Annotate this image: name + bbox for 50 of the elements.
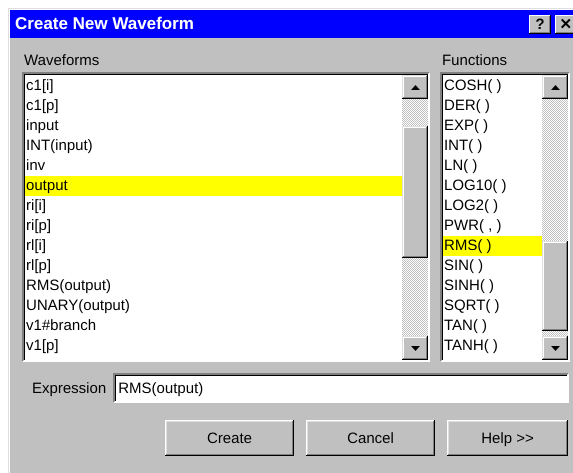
window-title: Create New Waveform xyxy=(15,14,194,34)
scroll-thumb[interactable] xyxy=(402,126,428,258)
list-item[interactable]: v1#branch xyxy=(25,316,402,336)
list-label: Functions xyxy=(441,51,508,70)
list-item[interactable]: INT( ) xyxy=(443,136,542,156)
list-label: Waveforms xyxy=(23,51,100,70)
help-button[interactable]: Help >> xyxy=(447,420,568,456)
list-item[interactable]: ri[i] xyxy=(25,196,402,216)
list-item[interactable]: rl[p] xyxy=(25,256,402,276)
list-item[interactable]: LN( ) xyxy=(443,156,542,176)
list-item[interactable]: TANH( ) xyxy=(443,336,542,356)
list-item[interactable]: c1[i] xyxy=(25,76,402,96)
cancel-button[interactable]: Cancel xyxy=(306,420,435,456)
list-item[interactable]: input xyxy=(25,116,402,136)
down-arrow-icon xyxy=(410,346,420,350)
scroll-down-button[interactable] xyxy=(402,336,428,360)
list-item[interactable]: UNARY(output) xyxy=(25,296,402,316)
list-item[interactable]: output xyxy=(25,176,402,196)
up-arrow-icon xyxy=(410,84,420,90)
list-item[interactable]: COSH( ) xyxy=(443,76,542,96)
list-item[interactable]: TAN( ) xyxy=(443,316,542,336)
list-item[interactable]: c1[p] xyxy=(25,96,402,116)
list-item[interactable]: SQRT( ) xyxy=(443,296,542,316)
list-item[interactable]: ri[p] xyxy=(25,216,402,236)
list-item[interactable]: LOG10( ) xyxy=(443,176,542,196)
list-item[interactable]: rl[i] xyxy=(25,236,402,256)
scroll-up-button[interactable] xyxy=(402,75,428,99)
list-item[interactable]: RMS( ) xyxy=(443,236,542,256)
list-item[interactable]: LOG2( ) xyxy=(443,196,542,216)
list-item[interactable]: PWR( , ) xyxy=(443,216,542,236)
create-button[interactable]: Create xyxy=(165,420,294,456)
scrollbar[interactable] xyxy=(402,74,428,360)
down-arrow-icon xyxy=(550,346,560,350)
scroll-thumb[interactable] xyxy=(542,241,568,331)
close-button[interactable]: ✕ xyxy=(555,14,573,34)
scroll-up-button[interactable] xyxy=(542,75,568,99)
list-item[interactable]: INT(input) xyxy=(25,136,402,156)
up-arrow-icon xyxy=(550,84,560,90)
list-item[interactable]: SINH( ) xyxy=(443,276,542,296)
scroll-down-button[interactable] xyxy=(542,336,568,360)
list-item[interactable]: SIN( ) xyxy=(443,256,542,276)
help-button[interactable]: ? xyxy=(529,14,551,34)
list-item[interactable]: v1[p] xyxy=(25,336,402,356)
expression-field[interactable]: RMS(output) xyxy=(113,373,570,403)
list-item[interactable]: EXP( ) xyxy=(443,116,542,136)
list-item[interactable]: inv xyxy=(25,156,402,176)
list-item[interactable]: DER( ) xyxy=(443,96,542,116)
scrollbar[interactable] xyxy=(542,74,568,360)
expression-label: Expression xyxy=(31,380,106,396)
list-item[interactable]: RMS(output) xyxy=(25,276,402,296)
